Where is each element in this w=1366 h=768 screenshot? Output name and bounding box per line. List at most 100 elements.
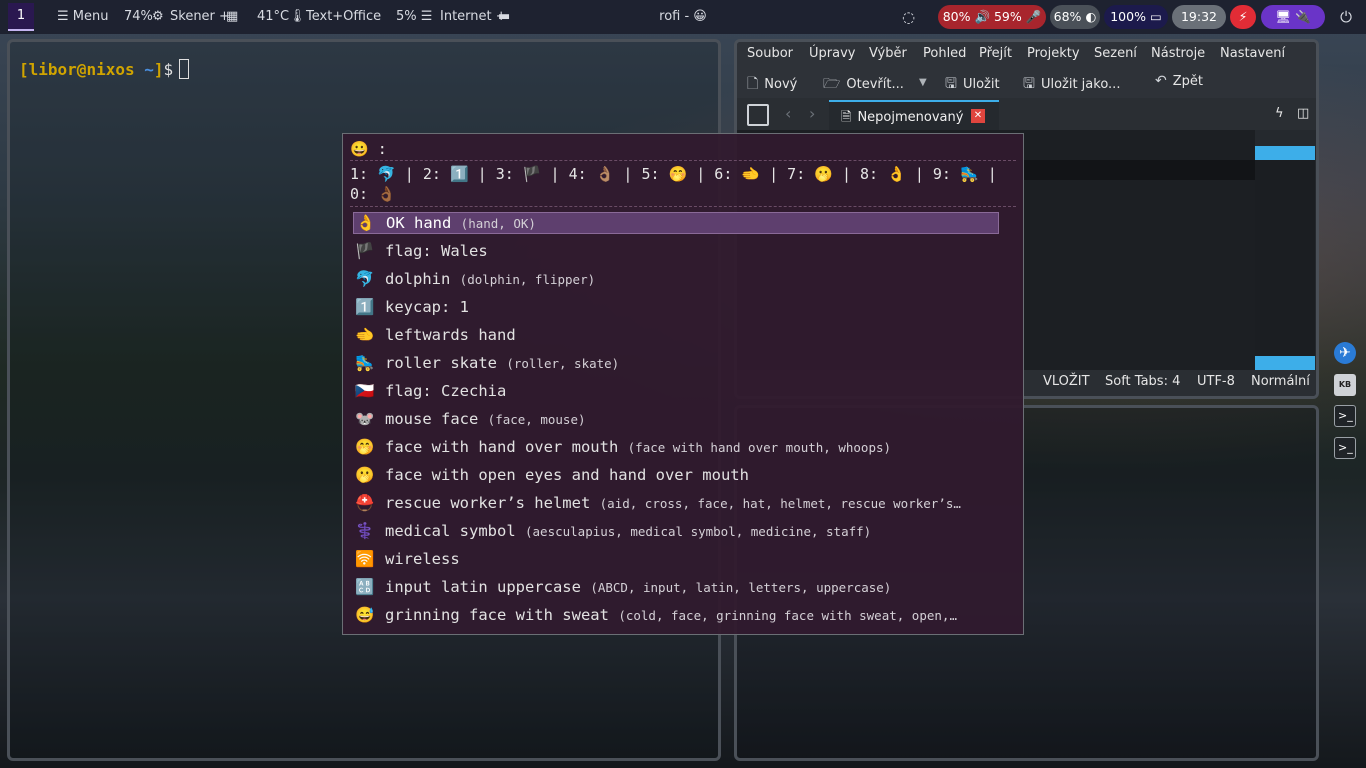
emoji-glyph: 🐭 — [355, 410, 375, 428]
documents-icon[interactable] — [747, 104, 769, 126]
emoji-keywords: (ABCD, input, latin, letters, uppercase) — [590, 580, 892, 595]
emoji-name: wireless — [385, 550, 460, 568]
emoji-name: face with hand over mouth — [385, 438, 619, 456]
folder-icon[interactable]: ▬ — [498, 0, 510, 34]
minimap-scrollbar[interactable] — [1255, 146, 1315, 370]
menu-projects[interactable]: Projekty — [1027, 46, 1080, 61]
save-button[interactable]: 🖫 Uložit — [945, 73, 1000, 97]
emoji-keywords: (aesculapius, medical symbol, medicine, … — [525, 524, 872, 539]
tab-untitled[interactable]: 🗎 Nepojmenovaný ✕ — [829, 100, 999, 130]
emoji-name: medical symbol — [385, 522, 516, 540]
rofi-result-item[interactable]: 😅 grinning face with sweat (cold, face, g… — [353, 604, 999, 632]
cpu-usage: 74% — [124, 9, 153, 24]
rofi-result-item[interactable]: 🇨🇿 flag: Czechia — [353, 380, 999, 408]
rofi-result-item[interactable]: 🫲 leftwards hand — [353, 324, 999, 352]
menu-selection[interactable]: Výběr — [869, 46, 907, 61]
rofi-result-item[interactable]: 🐭 mouse face (face, mouse) — [353, 408, 999, 436]
menu-go[interactable]: Přejít — [979, 46, 1012, 61]
rofi-result-item[interactable]: 1️⃣ keycap: 1 — [353, 296, 999, 324]
undo-label: Zpět — [1172, 74, 1203, 89]
emoji-keywords: (dolphin, flipper) — [459, 272, 596, 287]
rofi-result-item[interactable]: 🛜 wireless — [353, 548, 999, 576]
view-mode-status[interactable]: Normální — [1251, 374, 1310, 389]
rofi-result-item[interactable]: 🫢 face with open eyes and hand over mouth — [353, 464, 999, 492]
menu-tools[interactable]: Nástroje — [1151, 46, 1205, 61]
rofi-prompt[interactable]: 😀 : — [350, 140, 387, 158]
rofi-result-item[interactable]: 🔠 input latin uppercase (ABCD, input, lat… — [353, 576, 999, 604]
save-as-icon: 🖫 — [1023, 76, 1035, 92]
emoji-name: rescue worker’s helmet — [385, 494, 591, 512]
brightness-pill[interactable]: 68% ◐ — [1050, 5, 1100, 29]
eye-slash-icon[interactable]: ◌ — [902, 0, 915, 34]
clock[interactable]: 19:32 — [1172, 5, 1226, 29]
emoji-glyph: 🫢 — [355, 466, 375, 484]
emoji-name: grinning face with sweat — [385, 606, 609, 624]
calculator-icon[interactable]: ▦ — [226, 0, 238, 34]
split-view-icon[interactable]: ◫ — [1297, 106, 1309, 121]
save-as-button[interactable]: 🖫 Uložit jako... — [1023, 73, 1120, 97]
open-dropdown-chevron-icon[interactable]: ▼ — [919, 77, 927, 88]
emoji-keywords: (hand, OK) — [460, 216, 536, 231]
indentation-status[interactable]: Soft Tabs: 4 — [1105, 374, 1180, 389]
new-label: Nový — [764, 77, 798, 92]
top-panel: 1 ☰ Menu 74% ⚙ Skener + ▦ 41°C 🌡 Text+Of… — [0, 0, 1366, 34]
emoji-glyph: 🛜 — [355, 550, 375, 568]
internet-launcher[interactable]: Internet + — [440, 0, 507, 34]
editor-tab-bar: ‹ › 🗎 Nepojmenovaný ✕ ϟ ◫ — [737, 98, 1316, 130]
prompt-user-host: libor@nixos — [28, 60, 135, 79]
input-mode-status[interactable]: VLOŽIT — [1043, 374, 1090, 389]
rofi-result-item[interactable]: 🤭 face with hand over mouth (face with ha… — [353, 436, 999, 464]
menu-settings[interactable]: Nastavení — [1220, 46, 1285, 61]
document-icon: 🗎 — [841, 110, 852, 125]
power-profile-icon[interactable]: ⚡ — [1230, 5, 1256, 29]
chevron-right-icon[interactable]: › — [809, 104, 815, 123]
encoding-status[interactable]: UTF-8 — [1197, 374, 1235, 389]
emoji-name: flag: Wales — [385, 242, 488, 260]
keyboard-layout-icon[interactable]: KB — [1334, 374, 1356, 396]
menu-view[interactable]: Pohled — [923, 46, 966, 61]
minimap-top-marker — [1255, 146, 1315, 160]
emoji-glyph: 🐬 — [355, 270, 375, 288]
rofi-result-item[interactable]: 👌 OK hand (hand, OK) — [353, 212, 999, 234]
terminal-icon[interactable]: >_ — [1334, 437, 1356, 459]
emoji-glyph: ⚕️ — [355, 522, 375, 540]
menu-button[interactable]: ☰ Menu — [57, 0, 108, 34]
disk-usage: 5% ☰ — [396, 9, 433, 24]
rofi-result-item[interactable]: ⛑️ rescue worker’s helmet (aid, cross, fa… — [353, 492, 999, 520]
chevron-left-icon[interactable]: ‹ — [785, 104, 791, 123]
rofi-result-item[interactable]: 🐬 dolphin (dolphin, flipper) — [353, 268, 999, 296]
emoji-glyph: 🫲 — [355, 326, 375, 344]
new-button[interactable]: 🗋 Nový — [747, 73, 797, 97]
thermometer-icon: 🌡 — [289, 9, 306, 24]
emoji-keywords: (cold, face, grinning face with sweat, o… — [618, 608, 957, 623]
rofi-result-item[interactable]: ⚕️ medical symbol (aesculapius, medical s… — [353, 520, 999, 548]
shell-prompt: [libor@nixos ~]$ — [19, 59, 190, 79]
emoji-name: face with open eyes and hand over mouth — [385, 466, 749, 484]
menu-file[interactable]: Soubor — [747, 46, 793, 61]
save-as-label: Uložit jako... — [1040, 77, 1121, 92]
menu-session[interactable]: Sezení — [1094, 46, 1137, 61]
battery-pill: 100% ▭ — [1104, 5, 1168, 29]
emoji-glyph: 🔠 — [355, 578, 375, 596]
save-icon: 🖫 — [945, 76, 957, 92]
close-tab-icon[interactable]: ✕ — [971, 109, 985, 123]
workspace-indicator[interactable]: 1 — [8, 3, 34, 31]
emoji-name: flag: Czechia — [385, 382, 507, 400]
terminal-icon[interactable]: >_ — [1334, 405, 1356, 427]
network-globe-icon[interactable]: ✈ — [1334, 342, 1356, 364]
rofi-result-item[interactable]: 🏴 flag: Wales — [353, 240, 999, 268]
scanner-launcher[interactable]: Skener + — [170, 0, 230, 34]
menu-edit[interactable]: Úpravy — [809, 46, 855, 61]
emoji-name: mouse face — [385, 410, 479, 428]
editor-menubar: Soubor Úpravy Výběr Pohled Přejít Projek… — [737, 42, 1316, 68]
quick-open-icon[interactable]: ϟ — [1275, 106, 1284, 121]
emoji-glyph: 👌 — [356, 214, 376, 232]
rofi-recent-emojis[interactable]: 1: 🐬 | 2: 1️⃣ | 3: 🏴 | 4: 👌🏽 | 5: 🤭 | 6:… — [350, 164, 1018, 204]
power-icon[interactable]: ⏻ — [1334, 5, 1358, 29]
undo-button[interactable]: ↶ Zpět — [1155, 73, 1203, 89]
rofi-result-item[interactable]: 🛼 roller skate (roller, skate) — [353, 352, 999, 380]
system-tray-icons[interactable]: 🖥 🔌 — [1261, 5, 1325, 29]
open-button[interactable]: 🗁 Otevřít... — [823, 73, 904, 97]
audio-volume-pill[interactable]: 80% 🔊 59% 🎤 — [938, 5, 1046, 29]
text-office-launcher[interactable]: Text+Office — [306, 0, 381, 34]
